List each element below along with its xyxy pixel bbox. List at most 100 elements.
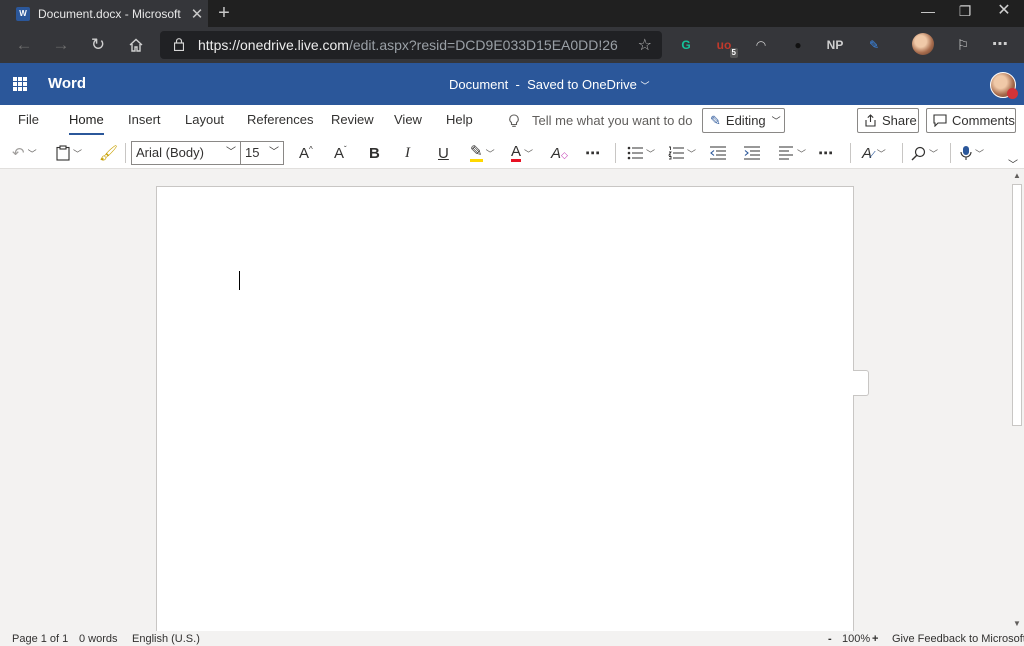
- np-extension-icon[interactable]: NP: [825, 35, 845, 55]
- undo-button[interactable]: ↶ ﹀: [12, 141, 37, 165]
- word-app-header: Word Document - Saved to OneDrive ﹀: [0, 63, 1024, 105]
- user-avatar[interactable]: [990, 72, 1018, 99]
- grammarly-icon[interactable]: G: [676, 35, 696, 55]
- increase-indent-button[interactable]: [743, 141, 760, 165]
- ribbon-collapse-icon[interactable]: ﹀: [1008, 156, 1018, 171]
- browser-tab-active[interactable]: W Document.docx - Microsoft Word ✕: [0, 0, 208, 27]
- browser-toolbar: ← → ↻ https://onedrive.live.com/edit.asp…: [0, 27, 1024, 63]
- pencil-icon: ✎: [710, 112, 721, 128]
- chevron-down-icon: ﹀: [73, 148, 83, 159]
- bold-button[interactable]: B: [369, 141, 380, 165]
- grow-font-button[interactable]: A^: [299, 141, 313, 165]
- home-icon[interactable]: [123, 33, 149, 57]
- give-feedback-link[interactable]: Give Feedback to Microsoft: [892, 633, 1024, 645]
- document-page[interactable]: [156, 186, 854, 646]
- tab-layout[interactable]: Layout: [185, 112, 224, 127]
- align-left-icon: [779, 146, 793, 160]
- tab-home[interactable]: Home: [69, 112, 104, 135]
- increase-indent-icon: [744, 146, 760, 160]
- vertical-scrollbar[interactable]: ▲ ▼: [1010, 170, 1024, 630]
- styles-button[interactable]: A⁄ ﹀: [862, 141, 886, 165]
- shrink-font-button[interactable]: Aˇ: [334, 141, 347, 165]
- numbering-button[interactable]: ﹀: [668, 141, 696, 165]
- browser-profile-avatar[interactable]: [912, 33, 934, 55]
- home-toolbar: ↶ ﹀ ﹀ 🖌 Arial (Body) ﹀ 15 ﹀ A^ Aˇ B I U ✎ ﹀…: [0, 137, 1024, 169]
- status-bar: Page 1 of 1 0 words English (U.S.) - 100…: [0, 631, 1024, 646]
- chevron-down-icon: ﹀: [687, 148, 697, 159]
- decrease-indent-button[interactable]: [709, 141, 726, 165]
- toolbar-divider: [902, 143, 903, 163]
- tab-insert[interactable]: Insert: [128, 112, 161, 127]
- scroll-thumb[interactable]: [1012, 184, 1022, 426]
- more-font-options-button[interactable]: ⋯: [585, 141, 600, 165]
- bold-icon: B: [369, 144, 380, 162]
- font-size-select[interactable]: 15 ﹀: [240, 141, 284, 165]
- word-favicon-icon: W: [16, 6, 30, 21]
- dictate-button[interactable]: ﹀: [960, 141, 984, 165]
- document-title[interactable]: Document - Saved to OneDrive ﹀: [449, 77, 650, 92]
- chevron-down-icon: ﹀: [771, 116, 781, 126]
- arc-extension-icon[interactable]: ◠: [751, 35, 771, 55]
- tab-help[interactable]: Help: [446, 112, 473, 127]
- highlighter-icon: ✎: [470, 143, 483, 162]
- tell-me-search[interactable]: Tell me what you want to do: [508, 113, 692, 128]
- ninja-extension-icon[interactable]: ●: [788, 35, 808, 55]
- editing-mode-button[interactable]: ✎ Editing ﹀: [702, 108, 785, 133]
- minimize-icon[interactable]: —: [908, 2, 948, 22]
- highlight-button[interactable]: ✎ ﹀: [470, 141, 495, 165]
- app-name[interactable]: Word: [48, 75, 86, 92]
- share-button[interactable]: Share: [857, 108, 919, 133]
- zoom-level[interactable]: 100%: [842, 633, 870, 645]
- browser-tabstrip: W Document.docx - Microsoft Word ✕ + — ❐…: [0, 0, 1024, 27]
- bullets-button[interactable]: ﹀: [627, 141, 655, 165]
- document-canvas[interactable]: [0, 170, 1010, 646]
- toolbar-divider: [615, 143, 616, 163]
- underline-button[interactable]: U: [438, 141, 449, 165]
- scroll-up-icon[interactable]: ▲: [1010, 170, 1024, 182]
- address-bar[interactable]: https://onedrive.live.com/edit.aspx?resi…: [160, 31, 662, 59]
- feedback-icon[interactable]: ⚐: [953, 35, 973, 55]
- chevron-down-icon: ﹀: [269, 147, 279, 158]
- tab-close-icon[interactable]: ✕: [190, 5, 204, 23]
- paste-button[interactable]: ﹀: [56, 141, 82, 165]
- favorite-star-icon[interactable]: ☆: [638, 35, 652, 55]
- app-launcher-icon[interactable]: [13, 77, 27, 91]
- refresh-icon[interactable]: ↻: [85, 33, 111, 57]
- comment-pane-tab[interactable]: [853, 370, 869, 396]
- ribbon-tabs: File Home Insert Layout References Revie…: [0, 105, 1024, 137]
- word-count[interactable]: 0 words: [79, 633, 118, 645]
- zoom-out-button[interactable]: -: [828, 633, 832, 645]
- tab-references[interactable]: References: [247, 112, 313, 127]
- zoom-in-button[interactable]: +: [872, 633, 878, 645]
- more-paragraph-options-button[interactable]: ⋯: [818, 141, 833, 165]
- language-indicator[interactable]: English (U.S.): [132, 633, 200, 645]
- forward-icon[interactable]: →: [48, 33, 74, 57]
- clear-formatting-button[interactable]: A◇: [551, 141, 568, 165]
- align-button[interactable]: ﹀: [778, 141, 806, 165]
- format-painter-button[interactable]: 🖌: [99, 141, 118, 165]
- back-icon[interactable]: ←: [11, 33, 37, 57]
- pen-extension-icon[interactable]: ✎: [864, 35, 884, 55]
- search-icon: [911, 146, 926, 160]
- restore-icon[interactable]: ❐: [945, 2, 985, 22]
- font-name-select[interactable]: Arial (Body) ﹀: [131, 141, 241, 165]
- scroll-down-icon[interactable]: ▼: [1010, 618, 1024, 630]
- ublock-icon[interactable]: uo 5: [714, 35, 738, 58]
- chevron-down-icon: ﹀: [27, 148, 37, 159]
- tab-view[interactable]: View: [394, 112, 422, 127]
- find-button[interactable]: ﹀: [911, 141, 938, 165]
- close-window-icon[interactable]: ✕: [984, 2, 1024, 22]
- new-tab-icon[interactable]: +: [214, 2, 234, 25]
- toolbar-divider: [850, 143, 851, 163]
- shrink-font-icon: Aˇ: [334, 144, 347, 162]
- page-count[interactable]: Page 1 of 1: [12, 633, 68, 645]
- browser-menu-icon[interactable]: ⋯: [990, 35, 1010, 55]
- comments-button[interactable]: Comments: [926, 108, 1016, 133]
- underline-icon: U: [438, 144, 449, 162]
- tab-file[interactable]: File: [18, 112, 39, 127]
- tab-review[interactable]: Review: [331, 112, 374, 127]
- tab-title: Document.docx - Microsoft Word: [38, 6, 184, 21]
- italic-button[interactable]: I: [405, 141, 410, 165]
- font-color-button[interactable]: A ﹀: [511, 141, 533, 165]
- styles-icon: A⁄: [862, 144, 874, 162]
